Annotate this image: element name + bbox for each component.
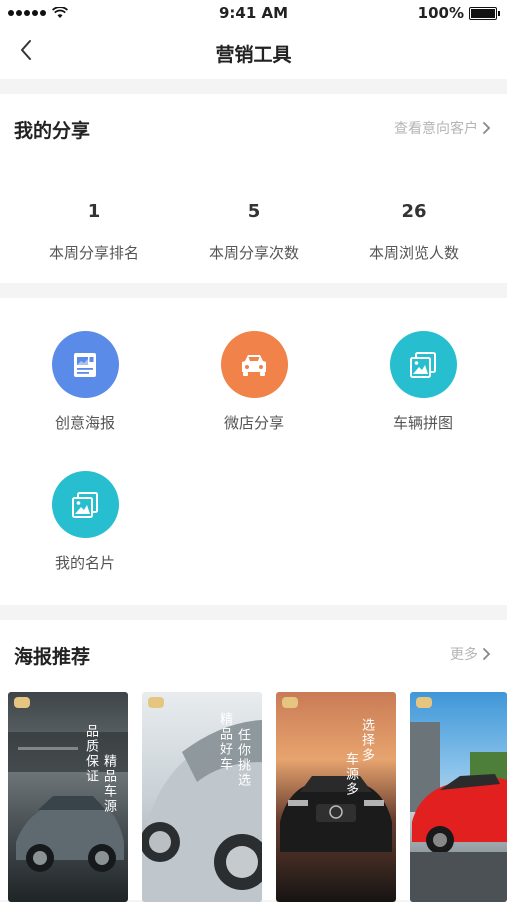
tool-label: 微店分享 xyxy=(223,414,284,432)
more-posters-link[interactable]: 更多 xyxy=(450,644,491,664)
poster-card[interactable] xyxy=(410,692,507,902)
my-share-title: 我的分享 xyxy=(14,120,91,142)
stat-share-rank: 1 本周分享排名 xyxy=(9,201,179,263)
nav-bar: 营销工具 xyxy=(0,26,507,79)
status-bar: 9:41 AM 100% xyxy=(0,0,507,26)
stat-share-count: 5 本周分享次数 xyxy=(169,201,339,263)
tool-icon-circle xyxy=(51,471,119,538)
stat-label: 本周分享次数 xyxy=(208,244,299,262)
tool-my-business-card[interactable]: 我的名片 xyxy=(15,471,155,573)
tool-icon-circle xyxy=(51,331,119,398)
my-share-section: 我的分享 查看意向客户 1 本周分享排名 5 本周分享次数 26 本周浏览人数 xyxy=(0,94,507,283)
page-title: 营销工具 xyxy=(215,44,292,66)
stat-view-count: 26 本周浏览人数 xyxy=(329,201,499,263)
poster-card[interactable]: 品质保证 精品车源 xyxy=(8,692,128,902)
poster-recommend-section: 海报推荐 更多 品质保证 精品车源 精品好车 任你挑选 选择多 车源多 xyxy=(0,620,507,902)
dealer-logo xyxy=(148,697,164,708)
poster-card[interactable]: 选择多 车源多 xyxy=(276,692,396,902)
tool-shop-share[interactable]: 微店分享 xyxy=(184,331,324,433)
dealer-logo xyxy=(282,697,298,708)
chevron-right-icon xyxy=(483,122,491,134)
more-label: 更多 xyxy=(450,647,478,663)
poster-slogan: 任你挑选 xyxy=(235,728,250,788)
view-intended-customers-link[interactable]: 查看意向客户 xyxy=(394,118,491,138)
image-collage-icon xyxy=(410,351,436,378)
battery-icon xyxy=(469,6,500,20)
car-icon xyxy=(242,354,266,376)
dealer-logo xyxy=(416,697,432,708)
poster-image xyxy=(280,776,392,852)
poster-section-title: 海报推荐 xyxy=(14,646,91,668)
dealer-logo xyxy=(14,697,30,708)
battery-status: 100% xyxy=(417,4,500,22)
tool-icon-circle xyxy=(389,331,457,398)
battery-percent: 100% xyxy=(417,4,464,22)
business-card-icon xyxy=(72,491,98,518)
marketing-tools-grid: 创意海报 微店分享 车辆拼图 我的名片 xyxy=(0,298,507,605)
poster-image xyxy=(142,720,262,902)
poster-slogan: 精品车源 xyxy=(101,754,116,814)
view-intended-customers-label: 查看意向客户 xyxy=(394,121,478,137)
stat-value: 1 xyxy=(87,201,101,222)
tool-icon-circle xyxy=(220,331,288,398)
poster-icon xyxy=(74,352,96,377)
stat-value: 5 xyxy=(247,201,261,222)
poster-image xyxy=(410,722,507,902)
poster-slogan: 精品好车 xyxy=(217,712,232,772)
chevron-right-icon xyxy=(483,648,491,660)
tool-label: 我的名片 xyxy=(54,554,115,572)
poster-card[interactable]: 精品好车 任你挑选 xyxy=(142,692,262,902)
poster-slogan: 车源多 xyxy=(343,752,358,797)
stat-value: 26 xyxy=(401,201,427,222)
poster-slogan: 品质保证 xyxy=(83,724,98,784)
tool-label: 创意海报 xyxy=(54,414,115,432)
tool-vehicle-collage[interactable]: 车辆拼图 xyxy=(353,331,493,433)
tool-label: 车辆拼图 xyxy=(392,414,453,432)
stat-label: 本周浏览人数 xyxy=(368,244,459,262)
stat-label: 本周分享排名 xyxy=(48,244,139,262)
tool-creative-poster[interactable]: 创意海报 xyxy=(15,331,155,433)
